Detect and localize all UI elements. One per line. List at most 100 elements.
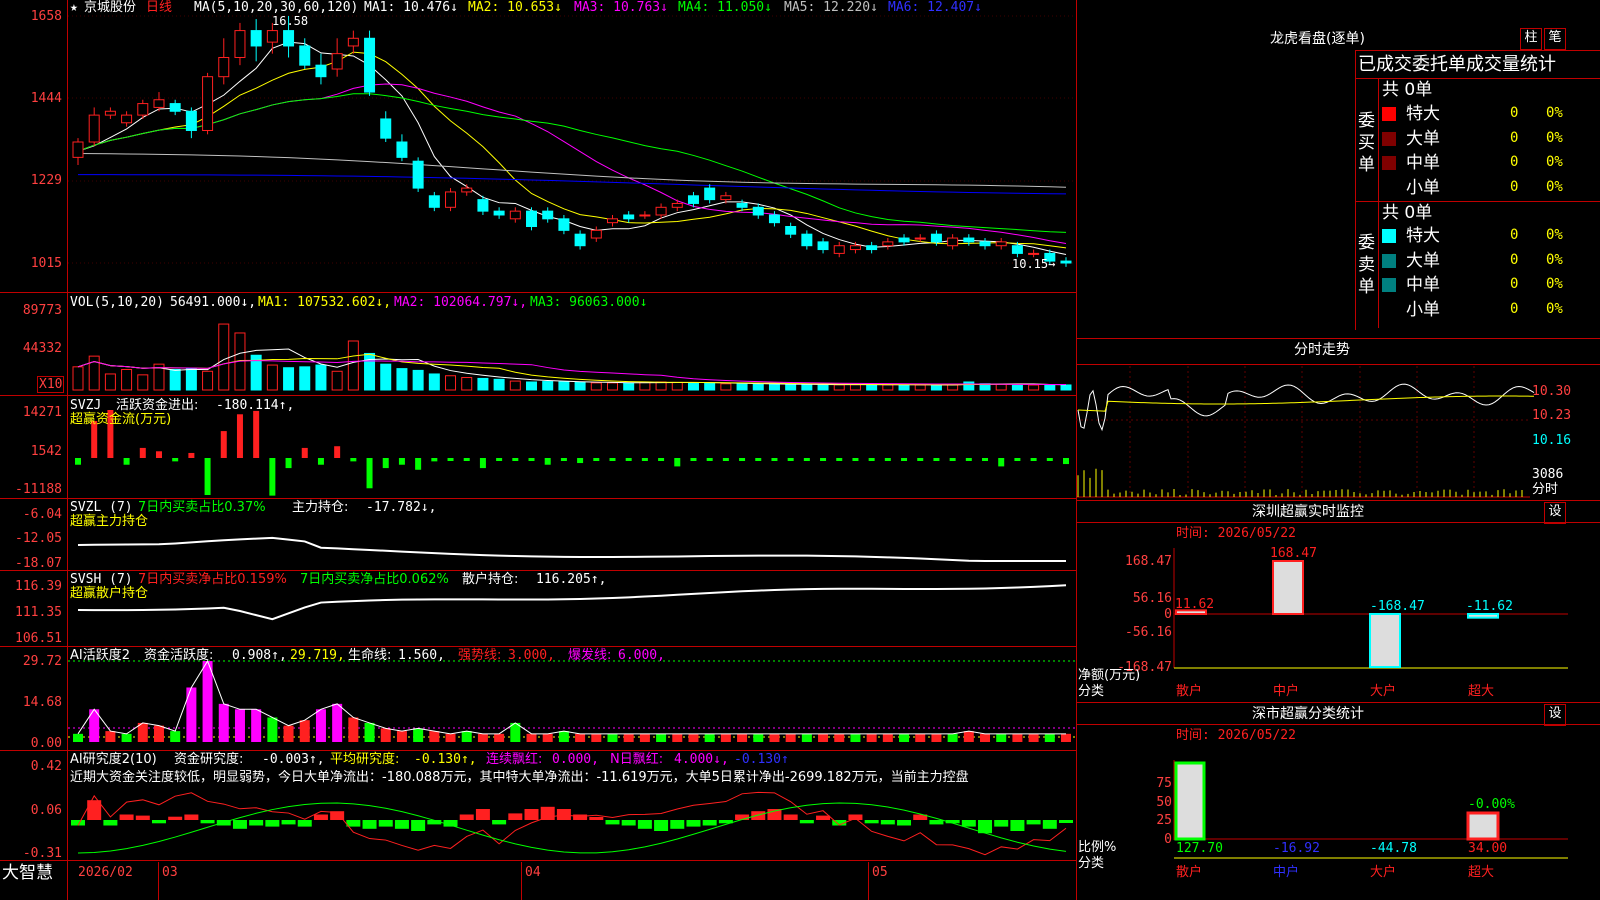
class-bar — [1176, 763, 1204, 839]
svzj-bar — [626, 458, 632, 461]
ai2-bar — [265, 820, 279, 827]
volume-bar — [705, 383, 715, 390]
low-price-label: 10.15→ — [1012, 257, 1055, 272]
ai1-bar — [850, 734, 860, 742]
tick-view-button[interactable]: 笔 — [1544, 28, 1566, 50]
svsh-title: SVSH (7) — [70, 572, 133, 587]
volume-bar — [1029, 385, 1039, 390]
ai2-bar — [184, 815, 198, 821]
vol-value: 56491.000↓, — [170, 295, 256, 310]
svzj-bar — [318, 458, 324, 465]
ai2-v1: -0.003↑, — [262, 752, 325, 767]
ai2-l4: N日飘红: — [610, 752, 663, 767]
ma-title: MA(5,10,20,30,60,120) — [194, 0, 358, 15]
candle-body — [267, 31, 277, 43]
order-percent: 0% — [1546, 277, 1563, 292]
high-price-label: 16.58 — [272, 14, 308, 29]
ai1-bar — [462, 731, 472, 742]
svsh-line — [78, 585, 1066, 619]
ai1-tick: 0.00 — [31, 736, 62, 751]
section-line — [1076, 702, 1600, 703]
ai1-bar — [73, 734, 83, 742]
candle-body — [559, 219, 569, 231]
svzj-bar — [982, 458, 988, 461]
volume-bar — [219, 324, 229, 390]
ai1-bar — [1045, 734, 1055, 742]
monitor-tick: 0 — [1164, 607, 1172, 622]
price-tick: 1444 — [31, 91, 62, 106]
intraday-title: 分时走势 — [1294, 343, 1350, 358]
ai2-bar — [557, 809, 571, 820]
ma3-value: MA3: 10.763↓ — [574, 0, 668, 15]
volume-bar — [510, 381, 520, 390]
candle-body — [964, 238, 974, 242]
order-percent: 0% — [1546, 131, 1563, 146]
ai1-title: AI活跃度2 — [70, 648, 130, 663]
ai2-bar — [848, 815, 862, 821]
volume-bar — [543, 382, 553, 390]
svzj-bar — [739, 458, 745, 461]
class-settings-button[interactable]: 设 — [1544, 704, 1566, 726]
ai1-bar — [834, 734, 844, 742]
favorite-star-icon[interactable]: ★ — [70, 0, 78, 15]
ai1-bar — [753, 734, 763, 742]
ai2-green-line — [78, 803, 1066, 853]
volume-bar — [834, 385, 844, 390]
monitor-ylabel: 净额(万元) — [1078, 668, 1140, 683]
ai1-bar — [721, 734, 731, 742]
ai2-bar — [654, 820, 668, 831]
monitor-bar — [1468, 614, 1498, 618]
ai2-v5: -0.130↑ — [734, 752, 789, 767]
svsh-subtitle: 超赢散户持仓 — [70, 586, 148, 601]
order-size-label: 小单 — [1406, 178, 1440, 198]
ai2-bar — [233, 820, 247, 829]
ai1-bar — [1012, 734, 1022, 742]
svzl-subtitle: 超赢主力持仓 — [70, 514, 148, 529]
bar-view-button[interactable]: 柱 — [1520, 28, 1542, 50]
monitor-bar — [1370, 614, 1400, 667]
ai2-bar — [476, 809, 490, 820]
volume-bar — [802, 385, 812, 390]
svzj-bar — [788, 458, 794, 461]
svzl-l1: 7日内买卖占比0.37% — [138, 500, 266, 515]
svzj-bar — [1063, 458, 1069, 464]
ai1-bar — [478, 734, 488, 742]
candle-body — [867, 246, 877, 250]
period-label[interactable]: 日线 — [146, 0, 172, 15]
ai2-bar — [816, 816, 830, 820]
volume-bar — [591, 383, 601, 390]
svzj-bar — [577, 458, 583, 463]
monitor-category: 散户 — [1176, 684, 1202, 699]
ma-line-60 — [78, 154, 1066, 188]
svzl-value: -17.782↓, — [366, 500, 436, 515]
monitor-settings-button[interactable]: 设 — [1544, 502, 1566, 524]
svzj-tick: 14271 — [23, 405, 62, 420]
ai2-l2: 平均研究度: — [330, 752, 399, 767]
class-time: 时间: 2026/05/22 — [1176, 728, 1296, 743]
date-divider — [521, 862, 522, 900]
order-count: 0 — [1510, 155, 1518, 170]
ai1-bar — [267, 717, 277, 742]
candle-body — [251, 31, 261, 46]
ai1-bar — [786, 734, 796, 742]
order-size-label: 特大 — [1406, 226, 1440, 246]
candle-body — [446, 192, 456, 207]
section-line — [1355, 50, 1600, 51]
intraday-avg-line — [1078, 396, 1534, 411]
candle-body — [510, 211, 520, 219]
brand-logo: 大智慧 — [2, 863, 53, 883]
svzj-bar — [755, 458, 761, 461]
ai2-bar — [136, 816, 150, 820]
chart-right-border — [1076, 0, 1077, 900]
candle-body — [802, 234, 812, 246]
ai2-bar — [492, 820, 506, 824]
candle-body — [348, 38, 358, 46]
ai1-v4: 3.000, — [508, 648, 555, 663]
ai2-bar — [379, 820, 393, 827]
svzl-tick: -12.05 — [15, 531, 62, 546]
ai2-bar — [460, 815, 474, 821]
order-percent: 0% — [1546, 253, 1563, 268]
ai2-bar — [622, 820, 636, 826]
volume-bar — [122, 370, 132, 390]
svzj-bar — [399, 458, 405, 465]
